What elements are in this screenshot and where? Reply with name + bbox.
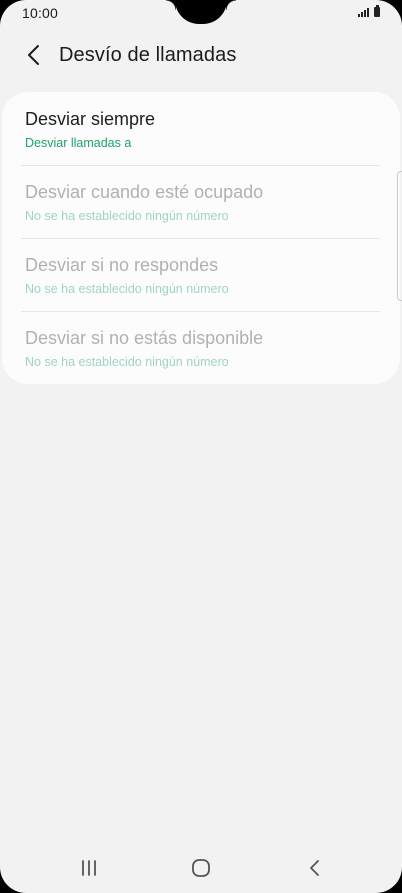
back-icon	[310, 860, 319, 876]
forwarding-options-card: Desviar siempre Desviar llamadas a Desvi…	[2, 92, 400, 384]
back-nav-button[interactable]	[295, 851, 335, 885]
battery-icon	[374, 5, 380, 17]
option-forward-when-unreachable[interactable]: Desviar si no estás disponible No se ha …	[25, 311, 380, 384]
option-subtitle: No se ha establecido ningún número	[25, 209, 229, 223]
option-subtitle: Desviar llamadas a	[25, 136, 132, 150]
page-title: Desvío de llamadas	[59, 43, 237, 66]
option-subtitle: No se ha establecido ningún número	[25, 282, 229, 296]
option-forward-when-unanswered[interactable]: Desviar si no respondes No se ha estable…	[25, 238, 380, 311]
app-bar: Desvío de llamadas	[0, 34, 402, 76]
option-title: Desviar cuando esté ocupado	[25, 182, 264, 202]
status-icons	[358, 5, 380, 17]
phone-screen: 10:00 Desvío de llamadas Desviar siempre…	[0, 0, 402, 893]
home-button[interactable]	[181, 851, 221, 885]
back-button[interactable]	[20, 41, 48, 69]
chevron-left-icon	[28, 45, 39, 65]
option-title: Desviar si no respondes	[25, 255, 219, 275]
recent-apps-button[interactable]	[69, 851, 109, 885]
recent-apps-icon	[82, 860, 96, 876]
signal-icon	[358, 7, 369, 17]
option-title: Desviar siempre	[25, 109, 156, 129]
option-subtitle: No se ha establecido ningún número	[25, 355, 229, 369]
status-time: 10:00	[22, 5, 59, 21]
scrollbar[interactable]	[397, 171, 402, 301]
option-forward-when-busy[interactable]: Desviar cuando esté ocupado No se ha est…	[25, 165, 380, 238]
status-bar: 10:00	[0, 0, 402, 26]
home-icon	[192, 859, 210, 877]
navigation-bar	[0, 843, 402, 893]
option-title: Desviar si no estás disponible	[25, 328, 264, 348]
option-forward-always[interactable]: Desviar siempre Desviar llamadas a	[25, 92, 380, 165]
